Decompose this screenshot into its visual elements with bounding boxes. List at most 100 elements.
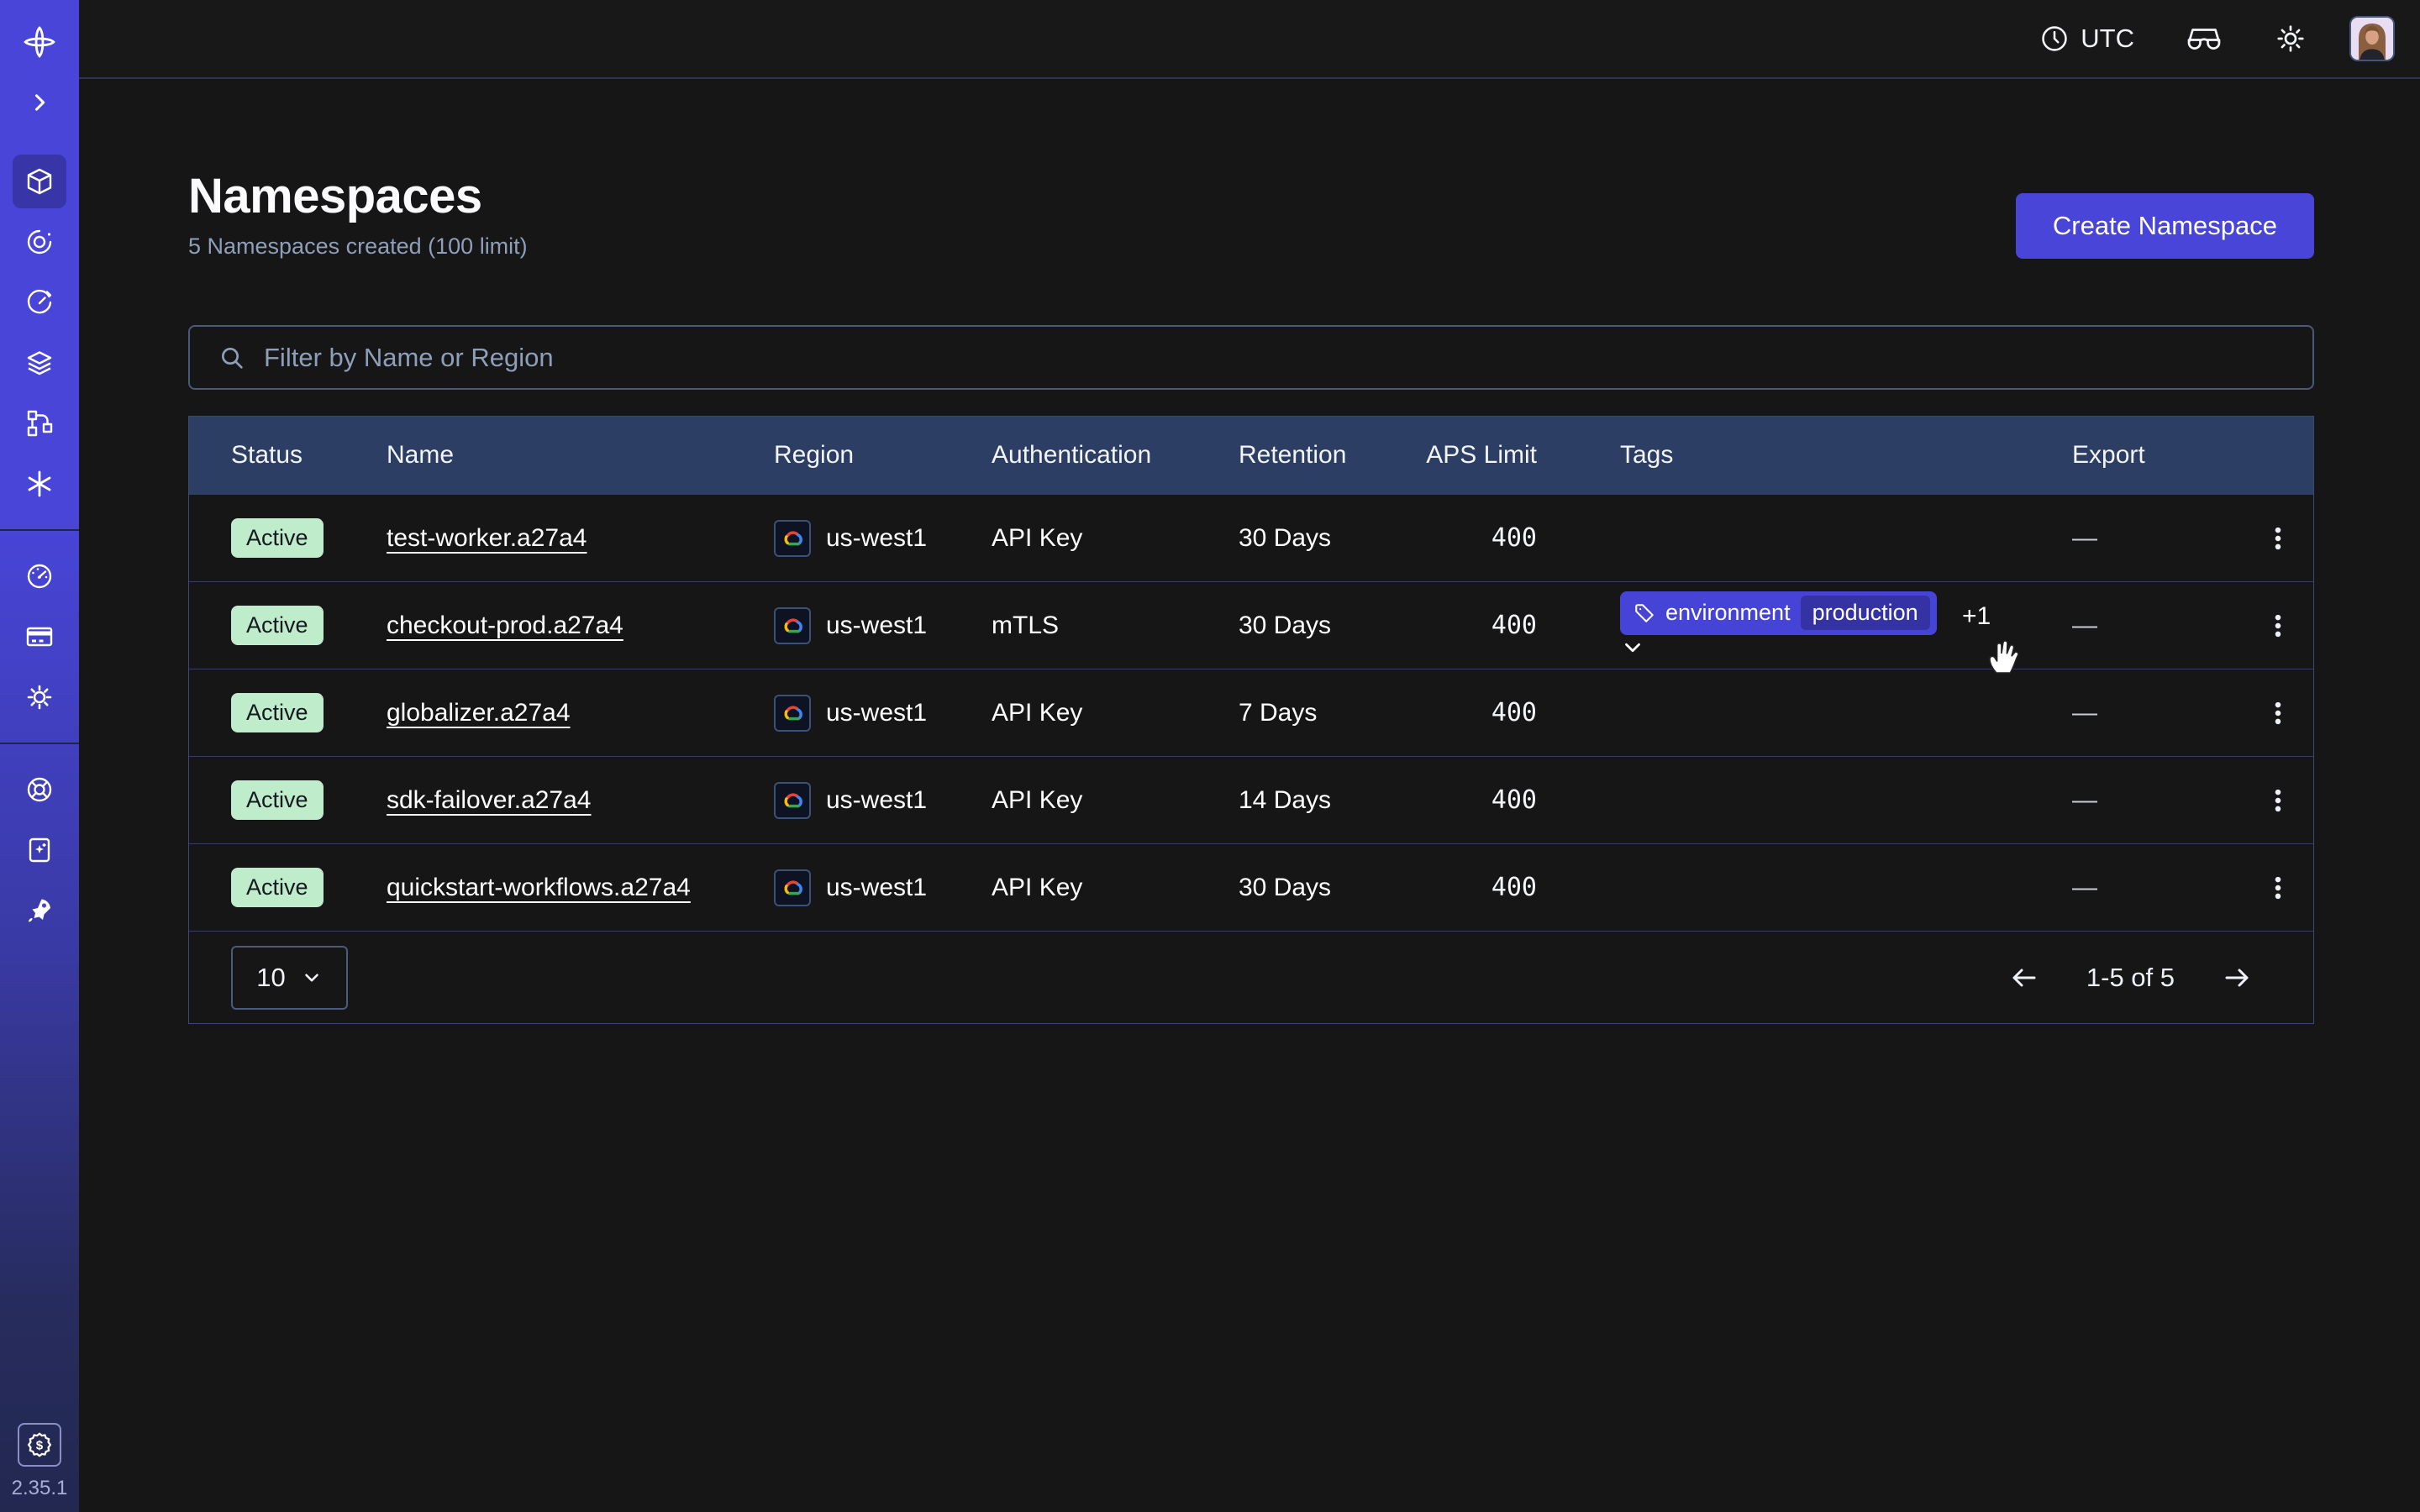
topbar: UTC [79,0,2420,79]
aps-limit: 400 [1394,785,1537,815]
col-header-tags: Tags [1537,441,2072,470]
main-content: Namespaces 5 Namespaces created (100 lim… [79,79,2420,1512]
auth-method: API Key [992,786,1239,815]
timezone-label: UTC [2081,24,2134,54]
sparkle-doc-icon [24,835,55,865]
sun-icon [2275,24,2306,54]
table-header: Status Name Region Authentication Retent… [189,417,2313,494]
status-badge: Active [231,693,324,732]
arrow-right-icon [2222,963,2252,993]
row-menu-button[interactable] [2258,606,2298,646]
auth-method: API Key [992,874,1239,902]
gcp-cloud-icon [774,782,811,819]
auth-method: mTLS [992,612,1239,640]
filter-input[interactable] [262,342,2284,374]
branch-icon [24,408,55,438]
row-menu-button[interactable] [2258,518,2298,559]
temporal-logo-icon [24,26,55,58]
asterisk-icon [24,469,55,499]
user-avatar[interactable] [2349,16,2395,61]
col-header-region: Region [774,441,992,470]
sidebar-item-batch[interactable] [13,336,66,390]
layers-icon [24,348,55,378]
create-namespace-button[interactable]: Create Namespace [2016,193,2314,259]
sidebar-item-workflows[interactable] [13,396,66,450]
region-label: us-west1 [826,874,927,902]
status-badge: Active [231,518,324,558]
page-size-select[interactable]: 10 [231,946,348,1010]
pagination-bar: 10 1-5 of 5 [189,931,2313,1023]
next-page-button[interactable] [2222,963,2252,993]
sidebar-item-usage[interactable] [13,549,66,603]
timer-icon [24,287,55,318]
sidebar-divider [0,529,79,531]
tags-expand-chevron-icon[interactable] [1620,635,2002,660]
feedback-button[interactable] [2181,18,2227,59]
namespace-link[interactable]: quickstart-workflows.a27a4 [387,874,691,901]
sidebar-item-quickstart[interactable] [13,884,66,937]
sidebar-item-namespaces[interactable] [13,155,66,208]
retention-period: 30 Days [1239,612,1394,640]
row-menu-button[interactable] [2258,780,2298,821]
sidebar-item-plan-usage[interactable]: $ [18,1423,61,1467]
gcp-cloud-icon [774,607,811,644]
filter-bar[interactable] [188,325,2314,390]
gauge-icon [24,561,55,591]
gcp-cloud-icon [774,695,811,732]
col-header-retention: Retention [1239,441,1394,470]
glasses-icon [2186,24,2222,53]
sidebar-item-support[interactable] [13,763,66,816]
arrow-left-icon [2009,963,2039,993]
kebab-menu-icon [2264,699,2292,727]
export-status: — [2072,524,2242,553]
table-row[interactable]: Active checkout-prod.a27a4 us-west1 mTLS… [189,581,2313,669]
table-row[interactable]: Active quickstart-workflows.a27a4 us-wes… [189,843,2313,931]
temporal-logo[interactable] [13,15,66,69]
sidebar-item-settings[interactable] [13,670,66,724]
sidebar-item-nexus[interactable] [13,457,66,511]
status-badge: Active [231,606,324,645]
retention-period: 30 Days [1239,524,1394,553]
namespace-link[interactable]: globalizer.a27a4 [387,699,571,727]
sidebar-expand-button[interactable] [13,76,66,129]
svg-text:$: $ [36,1439,44,1453]
app-version: 2.35.1 [12,1477,68,1500]
search-icon [218,344,245,371]
table-row[interactable]: Active globalizer.a27a4 us-west1 API Key… [189,669,2313,756]
previous-page-button[interactable] [2009,963,2039,993]
sidebar: $ 2.35.1 [0,0,79,1512]
retention-period: 7 Days [1239,699,1394,727]
auth-method: API Key [992,699,1239,727]
table-row[interactable]: Active test-worker.a27a4 us-west1 API Ke… [189,494,2313,581]
rocket-icon [24,895,55,926]
chevron-right-icon [28,91,51,114]
sidebar-item-schedules[interactable] [13,276,66,329]
theme-toggle-button[interactable] [2270,18,2311,59]
region-label: us-west1 [826,524,927,553]
status-badge: Active [231,868,324,907]
tag-key: environment [1665,600,1791,626]
namespace-link[interactable]: checkout-prod.a27a4 [387,612,623,639]
row-menu-button[interactable] [2258,693,2298,733]
col-header-authentication: Authentication [992,441,1239,470]
region-label: us-west1 [826,612,927,640]
sidebar-item-insights[interactable] [13,215,66,269]
region-label: us-west1 [826,786,927,815]
table-body: Active test-worker.a27a4 us-west1 API Ke… [189,494,2313,931]
retention-period: 14 Days [1239,786,1394,815]
export-status: — [2072,612,2242,640]
sidebar-item-billing[interactable] [13,610,66,664]
col-header-aps-limit: APS Limit [1394,441,1537,470]
namespace-link[interactable]: sdk-failover.a27a4 [387,786,592,814]
page-title: Namespaces [188,170,528,223]
aps-limit: 400 [1394,873,1537,902]
namespace-link[interactable]: test-worker.a27a4 [387,524,587,552]
auth-method: API Key [992,524,1239,553]
timezone-selector[interactable]: UTC [2040,24,2134,54]
table-row[interactable]: Active sdk-failover.a27a4 us-west1 API K… [189,756,2313,843]
tag-pill[interactable]: environment production [1620,591,1937,635]
row-menu-button[interactable] [2258,868,2298,908]
gcp-cloud-icon [774,520,811,557]
sidebar-item-getting-started[interactable] [13,823,66,877]
gcp-cloud-icon [774,869,811,906]
